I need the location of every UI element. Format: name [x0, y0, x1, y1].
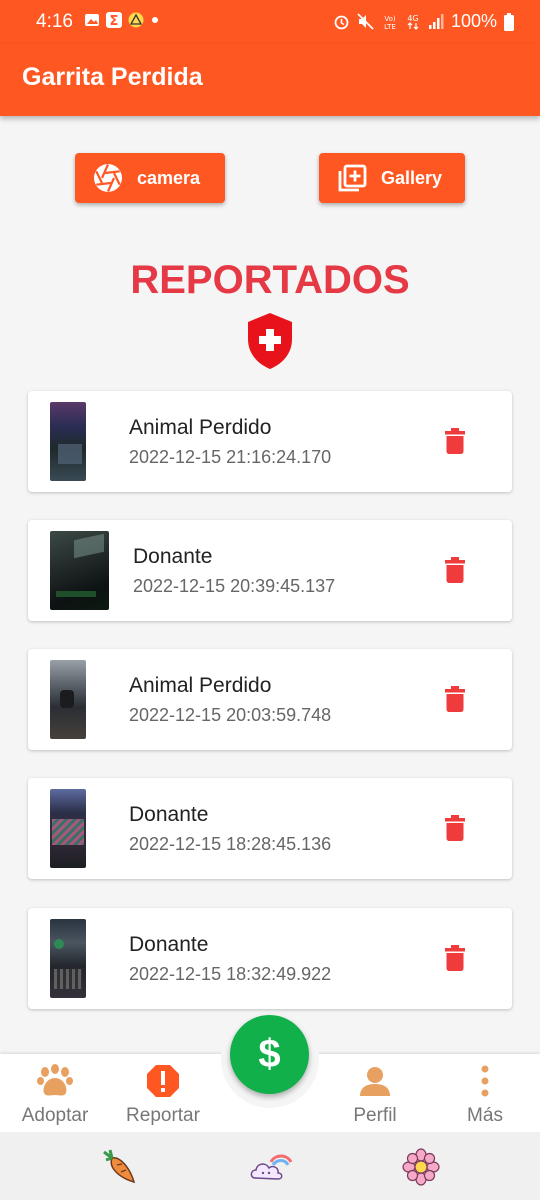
- report-type: Animal Perdido: [129, 674, 272, 697]
- signal-icon: [428, 14, 444, 29]
- paw-icon: [37, 1064, 73, 1096]
- nav-item-adoptar[interactable]: Adoptar: [0, 1064, 110, 1127]
- report-thumbnail: [50, 531, 109, 610]
- camera-button[interactable]: camera: [75, 153, 225, 203]
- report-date: 2022-12-15 20:03:59.748: [129, 705, 332, 725]
- alert-octagon-icon: [147, 1065, 179, 1097]
- report-date: 2022-12-15 20:39:45.137: [133, 576, 336, 596]
- warning-icon: [128, 12, 144, 28]
- section-heading: REPORTADOS: [130, 258, 410, 302]
- add-photo-library-icon: [338, 164, 367, 192]
- nav-label-perfil: Perfil: [353, 1105, 397, 1126]
- report-date: 2022-12-15 18:28:45.136: [129, 834, 332, 854]
- report-thumbnail: [50, 660, 86, 739]
- report-date: 2022-12-15 18:32:49.922: [129, 964, 332, 984]
- status-bar: 4:16 Σ Vo) LTE 4G 100%: [0, 0, 540, 44]
- battery-percent: 100%: [450, 11, 497, 31]
- report-type: Animal Perdido: [129, 416, 272, 439]
- battery-icon: [504, 12, 514, 31]
- app-title: Garrita Perdida: [22, 63, 203, 91]
- report-type: Donante: [129, 933, 209, 956]
- report-card[interactable]: Donante 2022-12-15 20:39:45.137: [28, 520, 512, 621]
- camera-label: camera: [137, 167, 201, 188]
- report-thumbnail: [50, 402, 86, 481]
- svg-text:4G: 4G: [407, 14, 418, 23]
- donate-fab[interactable]: $: [230, 1015, 309, 1094]
- delete-icon[interactable]: [445, 686, 465, 712]
- report-card[interactable]: Animal Perdido 2022-12-15 21:16:24.170: [28, 391, 512, 492]
- nav-item-perfil[interactable]: Perfil: [320, 1064, 430, 1127]
- shield-cross-icon: [248, 313, 292, 369]
- person-icon: [360, 1067, 390, 1096]
- nav-label-reportar: Reportar: [126, 1105, 200, 1126]
- nav-item-mas[interactable]: Más: [430, 1064, 540, 1127]
- delete-icon[interactable]: [445, 428, 465, 454]
- flower-icon[interactable]: [402, 1148, 440, 1186]
- camera-aperture-icon: [94, 164, 122, 192]
- alarm-icon: [334, 15, 349, 30]
- carrot-icon[interactable]: [100, 1148, 138, 1186]
- gallery-icon: [85, 14, 99, 26]
- svg-text:Vo): Vo): [384, 15, 396, 23]
- nav-item-reportar[interactable]: Reportar: [108, 1064, 218, 1127]
- report-thumbnail: [50, 919, 86, 998]
- gallery-label: Gallery: [381, 167, 443, 188]
- status-time: 4:16: [36, 11, 73, 32]
- nav-label-mas: Más: [467, 1105, 503, 1126]
- report-card[interactable]: Donante 2022-12-15 18:28:45.136: [28, 778, 512, 879]
- report-date: 2022-12-15 21:16:24.170: [129, 447, 332, 467]
- report-thumbnail: [50, 789, 86, 868]
- svg-text:LTE: LTE: [384, 23, 396, 30]
- svg-text:Σ: Σ: [110, 14, 119, 28]
- rainbow-cloud-icon[interactable]: [249, 1148, 293, 1186]
- delete-icon[interactable]: [445, 557, 465, 583]
- report-card[interactable]: Animal Perdido 2022-12-15 20:03:59.748: [28, 649, 512, 750]
- volte-icon: Vo)LTE: [384, 15, 396, 30]
- more-vertical-icon: [481, 1065, 489, 1097]
- mute-icon: [357, 13, 374, 30]
- gallery-button[interactable]: Gallery: [319, 153, 465, 203]
- nav-label-adoptar: Adoptar: [21, 1105, 89, 1126]
- system-nav-bar: [0, 1132, 540, 1200]
- 4g-icon: 4G: [407, 14, 419, 30]
- report-card[interactable]: Donante 2022-12-15 18:32:49.922: [28, 908, 512, 1009]
- dot-icon: [152, 17, 158, 23]
- report-type: Donante: [129, 803, 209, 826]
- delete-icon[interactable]: [445, 815, 465, 841]
- sigma-icon: Σ: [106, 12, 122, 28]
- app-bar: Garrita Perdida: [0, 44, 540, 116]
- delete-icon[interactable]: [445, 945, 465, 971]
- report-type: Donante: [133, 545, 213, 568]
